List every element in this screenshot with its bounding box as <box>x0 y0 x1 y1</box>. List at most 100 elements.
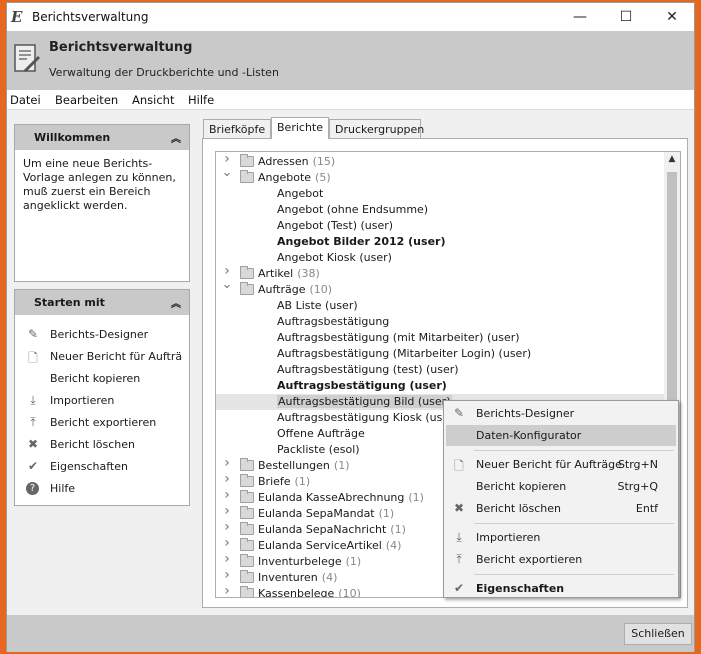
tree-folder-label: Eulanda ServiceArtikel <box>258 539 382 552</box>
folder-icon <box>240 522 254 535</box>
folder-icon <box>240 538 254 551</box>
context-menu-item[interactable]: ✖ Bericht löschen Entf <box>446 498 676 519</box>
folder-icon <box>240 586 254 597</box>
maximize-button[interactable]: ☐ <box>603 3 649 31</box>
tree-folder-count: (1) <box>408 491 424 504</box>
collapse-icon[interactable]: ︽ <box>171 130 181 145</box>
tree-folder-label: Eulanda SepaNachricht <box>258 523 387 536</box>
context-menu: ✎ Berichts-Designer Daten-Konfigurator 🗋 Neu… <box>443 400 679 598</box>
tab-briefkoepfe[interactable]: Briefköpfe <box>203 119 271 139</box>
start-item-label: Hilfe <box>50 482 76 495</box>
start-item[interactable]: ? Hilfe <box>25 480 189 498</box>
scroll-thumb[interactable] <box>667 172 677 402</box>
folder-icon <box>240 170 254 183</box>
tree-item-label: Auftragsbestätigung Bild (user) <box>277 395 452 408</box>
blank-icon <box>25 371 41 387</box>
context-menu-label: Bericht exportieren <box>476 553 583 566</box>
context-menu-item[interactable]: ⤒ Bericht exportieren <box>446 549 676 570</box>
tree-item[interactable]: Angebot (ohne Endsumme) <box>216 202 666 218</box>
tree-folder-count: (38) <box>297 267 320 280</box>
menu-ansicht[interactable]: Ansicht <box>132 93 174 107</box>
tree-item[interactable]: Angebot Kiosk (user) <box>216 250 666 266</box>
menu-hilfe[interactable]: Hilfe <box>188 93 214 107</box>
tree-folder-count: (5) <box>315 171 331 184</box>
start-item[interactable]: ⤓ Importieren <box>25 392 189 410</box>
context-menu-item[interactable]: ✔ Eigenschaften <box>446 578 676 599</box>
start-item[interactable]: Bericht kopieren <box>25 370 189 388</box>
tree-item-label: Angebot Bilder 2012 (user) <box>277 235 446 248</box>
export-icon: ⤒ <box>30 415 36 429</box>
close-button[interactable]: Schließen <box>624 623 692 645</box>
tree-folder-count: (1) <box>390 523 406 536</box>
tree-folder-count: (1) <box>294 475 311 488</box>
menu-datei[interactable]: Datei <box>10 93 41 107</box>
tree-item[interactable]: Angebot Bilder 2012 (user) <box>216 234 666 250</box>
tree-item[interactable]: Angebot (Test) (user) <box>216 218 666 234</box>
delete-icon: ✖ <box>27 437 39 451</box>
tree-folder[interactable]: ⌄ Angebote (5) <box>216 165 666 186</box>
tree-folder[interactable]: › Artikel (38) <box>216 263 666 282</box>
tree-folder[interactable]: ⌄ Aufträge (10) <box>216 277 666 298</box>
start-panel: Starten mit ︽ ✎ Berichts-Designer 🗋 Neuer B… <box>14 289 190 506</box>
tree-item-label: Auftragsbestätigung <box>277 315 390 328</box>
tree-item-label: Offene Aufträge <box>277 427 365 440</box>
tree-folder-label: Eulanda KasseAbrechnung <box>258 491 405 504</box>
tree-item-label: Packliste (esol) <box>277 443 360 456</box>
menu-bearbeiten[interactable]: Bearbeiten <box>55 93 118 107</box>
tree-item[interactable]: AB Liste (user) <box>216 298 666 314</box>
new-document-icon: 🗋 <box>28 351 38 365</box>
tree-folder-count: (1) <box>378 507 395 520</box>
tree-item-label: AB Liste (user) <box>277 299 358 312</box>
menu-bar: Datei Bearbeiten Ansicht Hilfe <box>7 90 694 110</box>
context-menu-item[interactable]: Bericht kopieren Strg+Q <box>446 476 676 497</box>
context-menu-item[interactable]: Daten-Konfigurator <box>446 425 676 446</box>
start-item[interactable]: ⤒ Bericht exportieren <box>25 414 189 432</box>
tree-folder-label: Aufträge <box>258 283 306 296</box>
tab-druckergruppen[interactable]: Druckergruppen <box>329 119 424 139</box>
context-menu-item[interactable]: ✎ Berichts-Designer <box>446 403 676 424</box>
tree-item-label: Auftragsbestätigung (Mitarbeiter Login) … <box>277 347 532 360</box>
start-item[interactable]: ✖ Bericht löschen <box>25 436 189 454</box>
welcome-panel-header[interactable]: Willkommen ︽ <box>15 125 189 150</box>
tree-folder-count: (4) <box>385 539 402 552</box>
tree-folder[interactable]: › Adressen (15) <box>216 152 666 170</box>
folder-icon <box>240 474 254 487</box>
context-menu-item[interactable]: 🗋 Neuer Bericht für Aufträge Strg+N <box>446 454 676 475</box>
collapse-icon[interactable]: ︽ <box>171 295 181 310</box>
new-document-icon: 🗋 <box>454 459 464 473</box>
blank-icon <box>451 479 467 495</box>
welcome-text: Um eine neue Berichts-Vorlage anlegen zu… <box>23 157 176 212</box>
start-item[interactable]: ✎ Berichts-Designer <box>25 326 189 344</box>
tree-item[interactable]: Angebot <box>216 186 666 202</box>
folder-icon <box>240 554 254 567</box>
tree-folder-count: (1) <box>333 459 350 472</box>
folder-icon <box>240 282 254 295</box>
start-item-label: Neuer Bericht für Aufträ <box>50 350 183 363</box>
tree-folder-count: (10) <box>338 587 361 598</box>
context-menu-shortcut: Strg+N <box>617 458 658 471</box>
tree-folder-label: Kassenbelege <box>258 587 335 598</box>
chevron-right-icon[interactable]: › <box>221 152 233 167</box>
tree-item[interactable]: Auftragsbestätigung (mit Mitarbeiter) (u… <box>216 330 666 346</box>
title-bar: E Berichtsverwaltung — ☐ ✕ <box>7 3 694 31</box>
tree-folder-count: (10) <box>309 283 333 296</box>
context-menu-label: Importieren <box>476 531 541 544</box>
page-subtitle: Verwaltung der Druckberichte und -Listen <box>49 66 279 79</box>
context-menu-item[interactable]: ⤓ Importieren <box>446 527 676 548</box>
start-item[interactable]: ✔ Eigenschaften <box>25 458 189 476</box>
tree-folder-label: Inventurbelege <box>258 555 342 568</box>
context-menu-label: Bericht kopieren <box>476 480 567 493</box>
tree-item-label: Auftragsbestätigung Kiosk (user) <box>277 411 458 424</box>
folder-icon <box>240 458 254 471</box>
tree-item[interactable]: Auftragsbestätigung (test) (user) <box>216 362 666 378</box>
tree-folder-count: (1) <box>345 555 362 568</box>
tree-item[interactable]: Auftragsbestätigung (Mitarbeiter Login) … <box>216 346 666 362</box>
tab-berichte[interactable]: Berichte <box>271 117 329 139</box>
start-panel-header[interactable]: Starten mit ︽ <box>15 290 189 315</box>
close-window-button[interactable]: ✕ <box>649 3 695 31</box>
tree-item[interactable]: Auftragsbestätigung <box>216 314 666 330</box>
scroll-up-icon[interactable]: ▲ <box>664 154 680 164</box>
minimize-button[interactable]: — <box>557 3 603 31</box>
start-item[interactable]: 🗋 Neuer Bericht für Aufträ <box>25 348 189 366</box>
tree-item[interactable]: Auftragsbestätigung (user) <box>216 378 666 394</box>
